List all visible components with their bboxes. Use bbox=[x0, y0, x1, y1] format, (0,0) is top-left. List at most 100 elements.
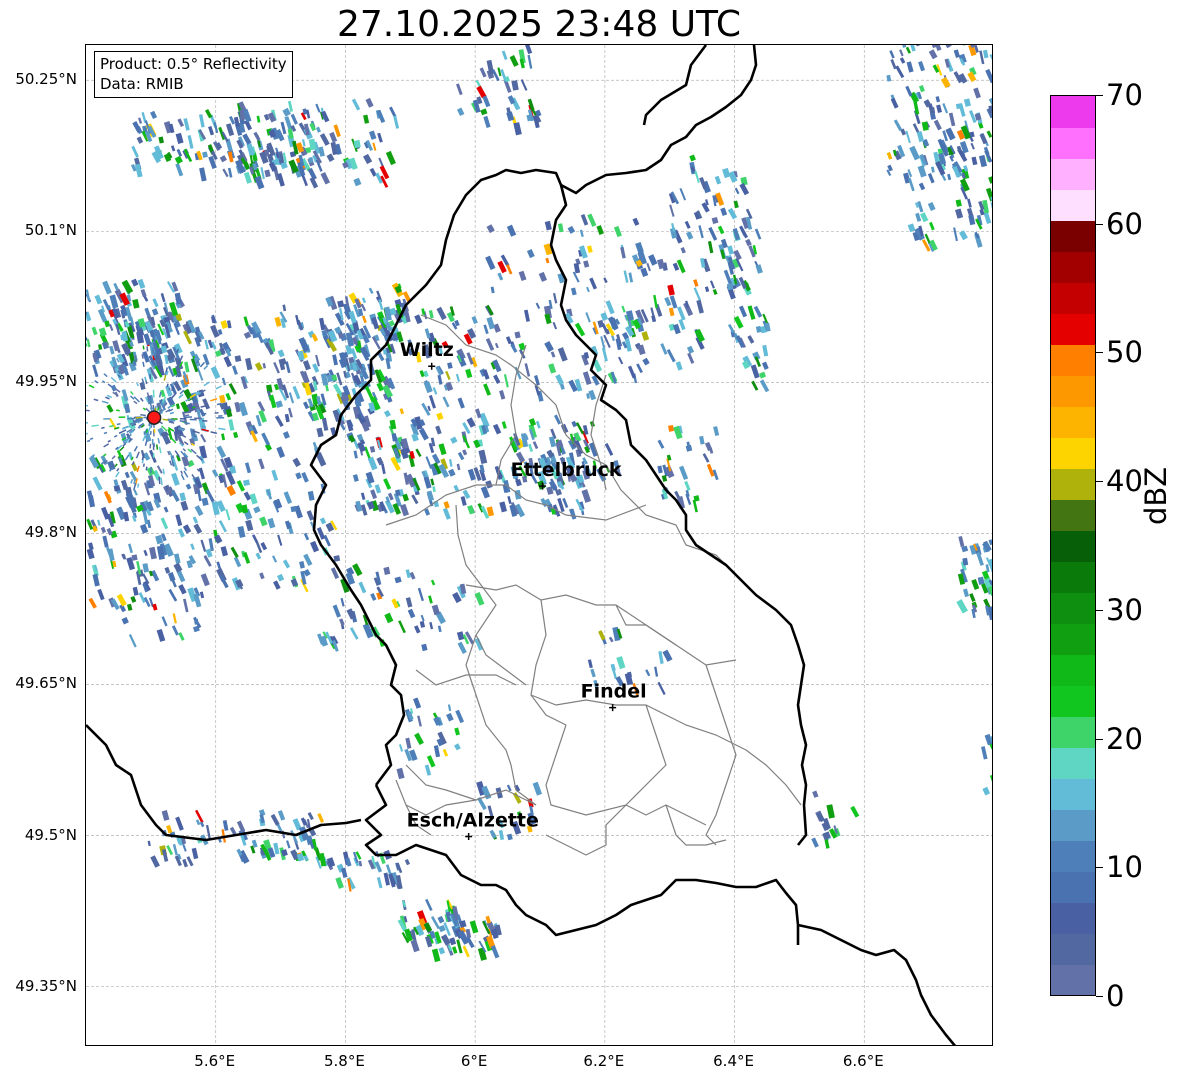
echo-pixel bbox=[202, 419, 208, 422]
echo-pixel bbox=[933, 119, 942, 131]
echo-pixel bbox=[229, 826, 237, 835]
echo-pixel bbox=[142, 563, 150, 573]
echo-pixel bbox=[292, 457, 301, 468]
echo-pixel bbox=[505, 336, 512, 345]
echo-pixel bbox=[513, 122, 522, 136]
echo-pixel bbox=[303, 553, 313, 567]
echo-pixel bbox=[456, 939, 463, 954]
colorbar-segment bbox=[1051, 189, 1095, 221]
echo-pixel bbox=[264, 169, 271, 178]
echo-pixel bbox=[456, 463, 461, 471]
lon-tick-label: 6.4°E bbox=[713, 1052, 754, 1070]
echo-pixel bbox=[905, 85, 913, 97]
echo-pixel bbox=[288, 392, 295, 404]
echo-pixel bbox=[185, 483, 192, 490]
colorbar-tick-mark bbox=[1096, 738, 1103, 740]
echo-pixel bbox=[91, 326, 98, 336]
echo-pixel bbox=[501, 421, 507, 429]
echo-pixel bbox=[216, 561, 222, 570]
echo-pixel bbox=[377, 132, 383, 143]
echo-pixel bbox=[687, 352, 695, 364]
echo-pixel bbox=[135, 451, 140, 459]
echo-pixel bbox=[253, 131, 261, 141]
echo-pixel bbox=[497, 67, 502, 77]
echo-pixel bbox=[290, 505, 298, 513]
echo-pixel bbox=[166, 824, 173, 834]
echo-pixel bbox=[103, 417, 111, 420]
colorbar-segment bbox=[1051, 840, 1095, 872]
echo-pixel bbox=[656, 258, 666, 270]
echo-pixel bbox=[679, 465, 689, 480]
echo-pixel bbox=[714, 175, 722, 185]
colorbar-unit-label: dBZ bbox=[1139, 466, 1173, 525]
echo-pixel bbox=[285, 840, 291, 849]
echo-pixel bbox=[177, 118, 185, 128]
echo-pixel bbox=[507, 495, 512, 505]
colorbar-segment bbox=[1051, 344, 1095, 376]
echo-pixel bbox=[738, 305, 748, 318]
echo-pixel bbox=[955, 199, 962, 207]
echo-pixel bbox=[545, 257, 550, 264]
echo-pixel bbox=[886, 151, 893, 160]
echo-pixel bbox=[596, 225, 604, 235]
echo-pixel bbox=[535, 302, 541, 310]
radar-map[interactable]: Wiltz Ettelbruck Findel Esch/Alzette bbox=[85, 44, 993, 1046]
echo-pixel bbox=[267, 517, 276, 529]
echo-pixel bbox=[149, 443, 152, 449]
canton-border-line bbox=[465, 634, 537, 806]
echo-pixel bbox=[431, 604, 440, 616]
canton-border-line bbox=[615, 604, 737, 666]
echo-pixel bbox=[152, 347, 154, 355]
echo-pixel bbox=[136, 382, 139, 387]
echo-pixel bbox=[486, 224, 495, 234]
echo-pixel bbox=[86, 439, 91, 443]
echo-pixel bbox=[254, 362, 263, 372]
echo-pixel bbox=[116, 593, 127, 607]
echo-pixel bbox=[182, 524, 192, 534]
echo-pixel bbox=[597, 319, 605, 328]
echo-pixel bbox=[889, 50, 895, 59]
echo-pixel bbox=[603, 277, 608, 284]
echo-pixel bbox=[245, 519, 254, 532]
echo-pixel bbox=[611, 667, 618, 680]
echo-pixel bbox=[150, 855, 160, 868]
echo-pixel bbox=[241, 504, 249, 514]
echo-pixel bbox=[126, 603, 133, 611]
echo-pixel bbox=[893, 119, 903, 132]
echo-pixel bbox=[905, 130, 911, 144]
echo-pixel bbox=[124, 403, 131, 414]
echo-pixel bbox=[514, 331, 521, 339]
echo-pixel bbox=[124, 471, 130, 479]
echo-pixel bbox=[106, 404, 114, 413]
echo-pixel bbox=[243, 171, 252, 184]
echo-pixel bbox=[210, 397, 218, 402]
echo-pixel bbox=[156, 444, 159, 450]
echo-pixel bbox=[215, 385, 222, 390]
echo-pixel bbox=[383, 478, 392, 490]
echo-pixel bbox=[442, 396, 450, 408]
echo-pixel bbox=[640, 267, 649, 277]
echo-pixel bbox=[438, 947, 446, 955]
echo-pixel bbox=[280, 121, 287, 135]
echo-pixel bbox=[694, 328, 705, 343]
echo-pixel bbox=[204, 108, 213, 119]
echo-pixel bbox=[413, 697, 422, 709]
echo-pixel bbox=[94, 294, 103, 305]
echo-pixel bbox=[208, 125, 215, 136]
map-title: 27.10.2025 23:48 UTC bbox=[336, 4, 742, 45]
echo-pixel bbox=[526, 249, 535, 259]
echo-pixel bbox=[336, 372, 343, 386]
echo-pixel bbox=[218, 415, 223, 417]
lon-tick-label: 5.6°E bbox=[194, 1052, 236, 1070]
echo-pixel bbox=[174, 155, 183, 165]
echo-pixel bbox=[968, 214, 976, 226]
echo-pixel bbox=[414, 625, 421, 634]
echo-pixel bbox=[990, 201, 992, 212]
echo-pixel bbox=[101, 426, 105, 429]
echo-pixel bbox=[282, 559, 291, 569]
echo-pixel bbox=[195, 819, 201, 826]
echo-pixel bbox=[230, 546, 239, 558]
echo-pixel bbox=[429, 621, 434, 630]
echo-pixel bbox=[657, 439, 665, 449]
echo-pixel bbox=[103, 373, 108, 378]
